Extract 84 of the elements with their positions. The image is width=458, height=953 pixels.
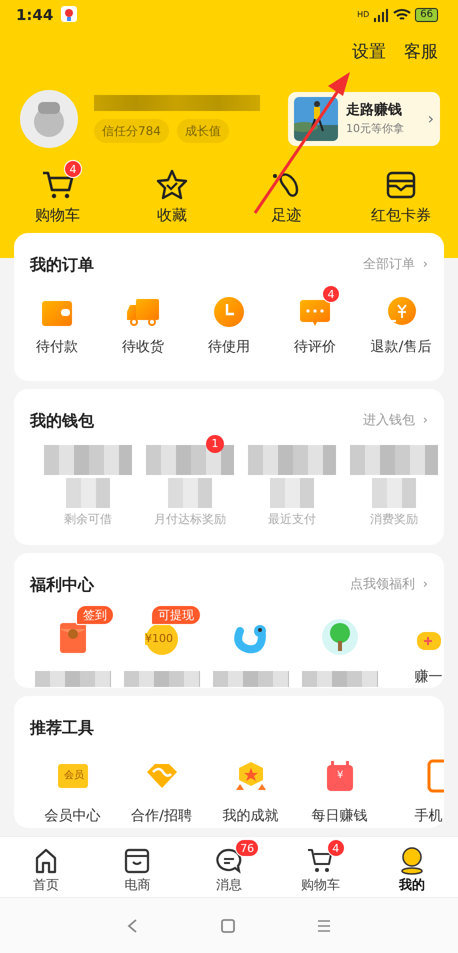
count-badge: 1 xyxy=(206,435,224,453)
chevron-icon: › xyxy=(422,411,428,431)
promo-tag: 签到 xyxy=(76,605,114,625)
tab-label: 我的 xyxy=(399,877,426,896)
promo-card[interactable]: 走路赚钱 10元等你拿 › xyxy=(288,92,440,146)
tab-label: 首页 xyxy=(32,877,59,896)
quick-link-label: 红包卡券 xyxy=(370,205,431,226)
home-button-icon[interactable] xyxy=(220,918,236,934)
tab-label: 消息 xyxy=(216,877,242,896)
count-badge: 76 xyxy=(235,839,260,858)
header-link[interactable]: 设置 xyxy=(352,40,386,78)
chevron-icon: › xyxy=(422,255,428,275)
order-status-item[interactable]: 退款/售后 xyxy=(358,285,444,358)
wallet-item[interactable]: 月付达标奖励 1 xyxy=(146,435,234,528)
wifi-icon xyxy=(393,8,412,22)
section-title: 福利中心 xyxy=(30,574,94,596)
star-icon xyxy=(154,168,189,200)
status-time: 1:44 xyxy=(16,4,54,26)
redacted-value xyxy=(270,478,314,508)
order-status-item[interactable]: 待评价 4 xyxy=(272,285,358,358)
tool-item[interactable]: 合作/招聘 xyxy=(117,758,206,827)
welfare-label: 赚一 xyxy=(414,668,442,687)
battery-level: 66 xyxy=(415,8,438,22)
order-status-label: 待收货 xyxy=(122,338,164,357)
order-status-item[interactable]: 待使用 xyxy=(186,285,272,358)
coin-plus-icon xyxy=(416,631,442,651)
tool-label: 会员中心 xyxy=(44,807,100,826)
section-title: 推荐工具 xyxy=(30,717,94,739)
tab-item[interactable]: 我的 xyxy=(366,838,458,896)
coin-amount: ¥100 xyxy=(145,633,173,645)
tab-label: 电商 xyxy=(124,877,150,896)
tool-item[interactable]: 手机 xyxy=(384,758,444,827)
quick-link[interactable]: 购物车 4 xyxy=(0,160,114,242)
promo-title: 走路赚钱 xyxy=(346,100,403,120)
tab-item[interactable]: 消息 76 xyxy=(183,838,275,896)
section-title: 我的订单 xyxy=(30,254,94,276)
avatar[interactable] xyxy=(20,90,78,148)
menu-icon[interactable] xyxy=(316,918,332,934)
tool-label: 每日赚钱 xyxy=(312,807,368,826)
count-badge: 4 xyxy=(322,285,340,303)
quick-link[interactable]: 收藏 xyxy=(114,160,229,242)
icon-text: ¥ xyxy=(337,769,344,783)
wallet-label: 月付达标奖励 xyxy=(154,511,226,528)
signal-icon xyxy=(373,8,390,22)
promo-tag: 可提现 xyxy=(151,605,201,625)
chevron-icon: › xyxy=(428,107,434,131)
tab-label: 购物车 xyxy=(301,877,340,896)
tool-item[interactable]: 会员 会员中心 xyxy=(28,758,117,827)
map-pin-icon xyxy=(61,6,78,24)
quick-link[interactable]: 足迹 xyxy=(229,160,344,242)
tab-item[interactable]: 购物车 4 xyxy=(274,838,366,896)
tab-item[interactable]: 首页 xyxy=(0,838,92,896)
quick-link-label: 足迹 xyxy=(271,205,302,226)
redacted-value xyxy=(168,478,212,508)
header-link[interactable]: 客服 xyxy=(404,40,438,78)
count-badge: 4 xyxy=(64,160,82,178)
order-status-label: 待使用 xyxy=(208,338,250,357)
welfare-item[interactable]: 赚一 xyxy=(384,605,444,688)
quick-link-label: 收藏 xyxy=(156,205,187,226)
tool-item[interactable]: 我的成就 xyxy=(206,758,295,827)
clock-icon xyxy=(211,295,247,329)
section-title: 我的钱包 xyxy=(30,410,94,432)
redacted-value xyxy=(66,478,110,508)
order-status-item[interactable]: 待付款 xyxy=(14,285,100,358)
tool-label: 我的成就 xyxy=(222,807,278,826)
tool-item[interactable]: ¥ 每日赚钱 xyxy=(295,758,384,827)
tab-item[interactable]: 电商 xyxy=(92,838,184,896)
wallet-label: 消费奖励 xyxy=(370,511,418,528)
tool-label: 手机 xyxy=(414,807,442,826)
order-status-label: 退款/售后 xyxy=(370,338,432,357)
order-status-item[interactable]: 待收货 xyxy=(100,285,186,358)
network-label: HD xyxy=(357,9,370,21)
chevron-icon: › xyxy=(422,575,428,595)
quick-link[interactable]: 红包卡券 xyxy=(344,160,458,242)
tool-label: 合作/招聘 xyxy=(131,807,192,826)
count-badge: 4 xyxy=(326,839,345,858)
order-status-label: 待付款 xyxy=(36,338,78,357)
wallet-label: 最近支付 xyxy=(268,511,316,528)
promo-subtitle: 10元等你拿 xyxy=(346,121,404,138)
quick-link-label: 购物车 xyxy=(34,205,80,226)
icon-text: 会员 xyxy=(64,769,84,783)
order-status-label: 待评价 xyxy=(294,338,336,357)
wallet-label: 剩余可借 xyxy=(64,511,112,528)
redacted-value xyxy=(372,478,416,508)
